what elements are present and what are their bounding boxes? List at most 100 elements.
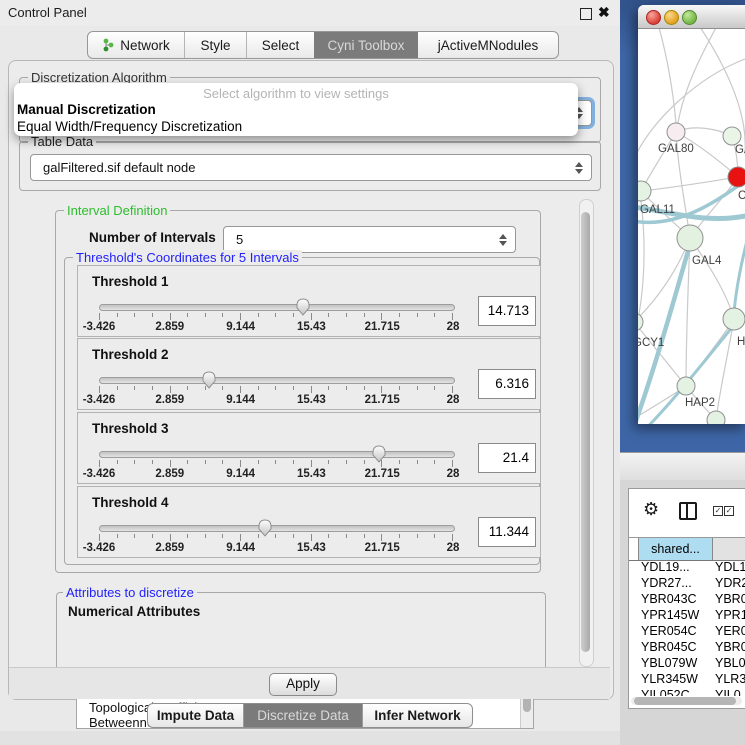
numerical-attributes-label: Numerical Attributes [68,604,200,619]
threshold-slider[interactable]: -3.4262.8599.14415.4321.71528 [99,413,453,483]
network-node[interactable] [707,411,725,424]
table-cell[interactable]: YDL1 [713,559,745,575]
table-cell[interactable]: YBR0 [713,639,745,655]
threshold-slider[interactable]: -3.4262.8599.14415.4321.71528 [99,487,453,557]
table-row[interactable]: YIL052CYIL0 [629,687,745,696]
panel-scrollbar[interactable] [579,199,594,667]
combo-arrows-icon [498,234,507,246]
network-node[interactable] [638,181,651,201]
slider-track[interactable] [99,377,455,384]
threshold-value-box[interactable]: 6.316 [478,369,536,399]
table-cell[interactable]: YER0 [713,623,745,639]
table-cell[interactable]: YDL19... [639,559,713,575]
tab-cyni-toolbox[interactable]: Cyni Toolbox [314,32,418,58]
network-node-label: GAL11 [640,204,675,216]
network-node[interactable] [677,225,703,251]
table-cell[interactable]: YBR0 [713,591,745,607]
table-panel-titlebar: Table Panel [620,452,745,482]
table-hscrollbar[interactable] [631,697,742,705]
table-cell[interactable]: YDR2 [713,575,745,591]
table-row[interactable]: YPR145WYPR1 [629,607,745,623]
threshold-value-box[interactable]: 11.344 [478,517,536,547]
slider-ticks [99,386,453,393]
attributes-group-label: Attributes to discretize [63,585,197,600]
table-data-group: Table Data galFiltered.sif default node [19,141,601,191]
table-row[interactable]: YBR045CYBR0 [629,639,745,655]
network-node-label: GAL4 [692,255,722,267]
dropdown-option[interactable]: Manual Discretization [16,102,577,117]
tab-select[interactable]: Select [246,32,314,58]
checkbox-icon[interactable]: ✓ [713,506,723,516]
table-row[interactable]: YER054CYER0 [629,623,745,639]
network-node[interactable] [667,123,685,141]
table-cell[interactable]: YBL0 [713,655,745,671]
network-edge [658,29,676,123]
slider-tick-labels: -3.4262.8599.14415.4321.71528 [99,542,453,554]
slider-thumb[interactable] [371,444,387,464]
slider-thumb[interactable] [201,370,217,390]
table-data-combo[interactable]: galFiltered.sif default node [30,154,592,181]
table-row[interactable]: YLR345WYLR3 [629,671,745,687]
slider-tick-labels: -3.4262.8599.14415.4321.71528 [99,321,453,333]
threshold-slider[interactable]: -3.4262.8599.14415.4321.71528 [99,339,453,409]
network-node-label: GCY1 [638,337,664,349]
table-cell[interactable]: YLR345W [639,671,713,687]
table-row[interactable]: YBR043CYBR0 [629,591,745,607]
table-cell[interactable]: YBR043C [639,591,713,607]
dropdown-option[interactable]: Equal Width/Frequency Discretization [16,119,577,134]
network-window-titlebar[interactable] [638,5,745,29]
top-tab-bar: NetworkStyleSelectCyni ToolboxjActiveMNo… [87,31,559,59]
dropdown-placeholder: Select algorithm to view settings [14,86,578,101]
tab-network[interactable]: Network [88,32,184,58]
float-window-icon[interactable] [580,8,592,20]
threshold-slider[interactable]: -3.4262.8599.14415.4321.71528 [99,266,453,336]
table-cell[interactable]: YBL079W [639,655,713,671]
threshold-value-box[interactable]: 14.713 [478,296,536,326]
table-row[interactable]: YDL19...YDL1 [629,559,745,575]
network-node[interactable] [638,313,643,331]
column-header[interactable]: shared... [639,538,713,560]
close-icon[interactable]: ✖ [598,4,610,21]
column-view-icon[interactable] [679,502,697,520]
gear-icon[interactable]: ⚙ [643,499,659,520]
num-intervals-label: Number of Intervals [89,230,216,245]
table-row[interactable]: YBL079WYBL0 [629,655,745,671]
network-node[interactable] [728,167,745,187]
column-header[interactable]: na [713,538,745,560]
table-cell[interactable]: YIL0 [713,687,745,696]
zoom-traffic-light-icon[interactable] [682,10,697,25]
minimize-traffic-light-icon[interactable] [664,10,679,25]
network-node[interactable] [677,377,695,395]
checkbox-icon[interactable]: ✓ [724,506,734,516]
table-cell[interactable]: YDR27... [639,575,713,591]
table-header: shared...na [629,537,745,561]
num-intervals-combo[interactable]: 5 [223,226,516,253]
table-cell[interactable]: YIL052C [639,687,713,696]
table-cell[interactable]: YBR045C [639,639,713,655]
table-data-value: galFiltered.sif default node [31,160,574,175]
network-canvas[interactable]: GAL80GACGAL11GAL4GCY1HHAP2 [638,29,745,424]
tab-impute-data[interactable]: Impute Data [148,704,243,727]
table-cell[interactable]: YPR1 [713,607,745,623]
tab-style[interactable]: Style [184,32,246,58]
slider-thumb[interactable] [257,518,273,538]
table-cell[interactable]: YLR3 [713,671,745,687]
slider-track[interactable] [99,451,455,458]
slider-thumb[interactable] [295,297,311,317]
network-node[interactable] [723,127,741,145]
slider-track[interactable] [99,525,455,532]
apply-button[interactable]: Apply [269,673,337,696]
tab-discretize-data[interactable]: Discretize Data [243,704,362,727]
close-traffic-light-icon[interactable] [646,10,661,25]
tab-infer-network[interactable]: Infer Network [362,704,472,727]
node-table: ⚙ ✓ ✓ shared...na YDL19...YDL1YDR27...YD… [628,488,745,709]
threshold-value-box[interactable]: 21.4 [478,443,536,473]
table-cell[interactable]: YPR145W [639,607,713,623]
network-node[interactable] [723,308,745,330]
threshold-row: Threshold 1 -3.4262.8599.14415.4321.7152… [77,265,541,337]
network-edge [734,229,745,313]
table-cell[interactable]: YER054C [639,623,713,639]
tab-jactivemnodules[interactable]: jActiveMNodules [418,32,558,58]
slider-track[interactable] [99,304,455,311]
table-row[interactable]: YDR27...YDR2 [629,575,745,591]
